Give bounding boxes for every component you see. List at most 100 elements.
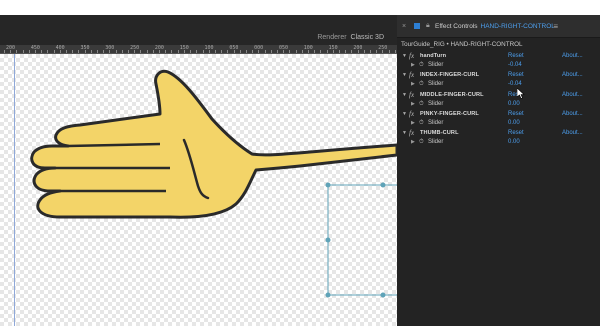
ruler-tick-mark (314, 50, 316, 53)
chevron-right-icon[interactable]: ▶ (411, 100, 415, 109)
chevron-down-icon[interactable]: ▼ (402, 52, 407, 61)
horizontal-ruler: 200 450 400 350 300 250 200 150 100 050 000 050 100 1… (0, 45, 397, 54)
reset-link[interactable]: Reset (508, 52, 524, 61)
effect-name[interactable]: INDEX-FINGER-CURL (420, 71, 479, 80)
effect-row[interactable]: ▼ fx PINKY-FINGER-CURL Reset About... (397, 110, 600, 119)
about-link[interactable]: About... (562, 91, 583, 100)
ruler-tick-mark (190, 50, 192, 53)
ruler-tick-mark (239, 50, 241, 53)
chevron-right-icon[interactable]: ▶ (411, 80, 415, 89)
ruler-tick-mark (382, 50, 384, 53)
hand-artwork[interactable] (0, 54, 397, 326)
ruler-tick-mark (66, 50, 68, 53)
effect-name[interactable]: handTurn (420, 52, 446, 61)
fx-icon[interactable]: fx (409, 52, 414, 61)
stopwatch-icon[interactable]: ⏱︎ (419, 100, 424, 109)
ruler-tick-mark (84, 50, 86, 53)
stopwatch-icon[interactable]: ⏱︎ (419, 138, 424, 147)
ruler-tick-mark (78, 50, 80, 53)
ruler-tick-mark (165, 50, 167, 53)
composition-viewer[interactable]: Renderer Classic 3D 200 450 400 350 300 250 200… (0, 15, 397, 326)
panel-tab[interactable]: × 🔒︎ Effect Controls HAND-RIGHT-CONTROL ≡ (397, 15, 600, 38)
param-name: Slider (428, 62, 444, 68)
stopwatch-icon[interactable]: ⏱︎ (419, 119, 424, 128)
fx-icon[interactable]: fx (409, 110, 414, 119)
ruler-tick-mark (320, 50, 322, 53)
chevron-down-icon[interactable]: ▼ (402, 91, 407, 100)
about-link[interactable]: About... (562, 52, 583, 61)
chevron-right-icon[interactable]: ▶ (411, 138, 415, 147)
chevron-right-icon[interactable]: ▶ (411, 119, 415, 128)
ruler-tick-mark (128, 50, 130, 53)
reset-link[interactable]: Reset (508, 71, 524, 80)
slider-param-row[interactable]: ▶ ⏱︎ Slider -0.04 (397, 80, 600, 89)
ruler-tick-mark (301, 50, 303, 53)
slider-param-row[interactable]: ▶ ⏱︎ Slider 0.00 (397, 100, 600, 109)
slider-value[interactable]: 0.00 (508, 100, 520, 109)
stopwatch-icon[interactable]: ⏱︎ (419, 80, 424, 89)
about-link[interactable]: About... (562, 129, 583, 138)
chevron-down-icon[interactable]: ▼ (402, 71, 407, 80)
slider-param-row[interactable]: ▶ ⏱︎ Slider -0.04 (397, 61, 600, 70)
effect-name[interactable]: MIDDLE-FINGER-CURL (420, 91, 484, 100)
ruler-tick-mark (103, 50, 105, 53)
renderer-label-text: Renderer (317, 34, 347, 41)
slider-param-row[interactable]: ▶ ⏱︎ Slider 0.00 (397, 138, 600, 147)
ruler-tick-mark (4, 50, 5, 53)
control-bounding-box (327, 184, 397, 296)
effect-name[interactable]: PINKY-FINGER-CURL (420, 110, 479, 119)
about-link[interactable]: About... (562, 71, 583, 80)
lock-icon[interactable]: 🔒︎ (426, 22, 430, 30)
ruler-tick-mark (152, 50, 154, 53)
effect-row[interactable]: ▼ fx MIDDLE-FINGER-CURL Res About... (397, 91, 600, 100)
chevron-down-icon[interactable]: ▼ (402, 110, 407, 119)
ruler-tick-mark (264, 50, 266, 53)
panel-title[interactable]: Effect Controls HAND-RIGHT-CONTROL (435, 23, 555, 30)
close-icon[interactable]: × (402, 23, 406, 30)
ruler-tick-mark (258, 50, 260, 53)
param-name: Slider (428, 81, 444, 88)
breadcrumb: TourGuide_RIG • HAND-RIGHT-CONTROL (401, 41, 523, 48)
slider-value[interactable]: 0.00 (508, 119, 520, 128)
effect-row[interactable]: ▼ fx handTurn Reset About... (397, 52, 600, 61)
ruler-tick-mark (202, 50, 204, 53)
hamburger-menu-icon[interactable]: ≡ (553, 22, 558, 31)
ruler-tick-mark (221, 50, 223, 53)
ruler-tick-mark (140, 50, 142, 53)
slider-param-row[interactable]: ▶ ⏱︎ Slider 0.00 (397, 119, 600, 128)
effect-name[interactable]: THUMB-CURL (420, 129, 459, 138)
effect-row[interactable]: ▼ fx THUMB-CURL Reset About... (397, 129, 600, 138)
composition-canvas[interactable] (0, 54, 397, 326)
hand-shape (30, 69, 397, 219)
fx-icon[interactable]: fx (409, 129, 414, 138)
ruler-tick-mark (16, 50, 18, 53)
fx-icon[interactable]: fx (409, 71, 414, 80)
chevron-down-icon[interactable]: ▼ (402, 129, 407, 138)
renderer-value[interactable]: Classic 3D (351, 34, 384, 41)
ruler-tick-mark (345, 50, 347, 53)
mouse-cursor-icon (517, 88, 525, 99)
about-link[interactable]: About... (562, 110, 583, 119)
stopwatch-icon[interactable]: ⏱︎ (419, 61, 424, 70)
fx-icon[interactable]: fx (409, 91, 414, 100)
ruler-tick-mark (351, 50, 353, 53)
ruler-tick-mark (121, 50, 123, 53)
ruler-tick-mark (134, 50, 136, 53)
layer-name[interactable]: HAND-RIGHT-CONTROL (481, 23, 555, 30)
ruler-tick-mark (97, 50, 99, 53)
slider-value[interactable]: -0.04 (508, 61, 522, 70)
renderer-label[interactable]: Renderer Classic 3D (317, 34, 384, 41)
reset-link[interactable]: Reset (508, 129, 524, 138)
chevron-right-icon[interactable]: ▶ (411, 61, 415, 70)
ruler-tick-mark (53, 50, 55, 53)
ruler-tick-mark (227, 50, 229, 53)
slider-value[interactable]: 0.00 (508, 138, 520, 147)
top-margin (0, 0, 600, 15)
ruler-tick-mark (270, 50, 272, 53)
effect-row[interactable]: ▼ fx INDEX-FINGER-CURL Reset About... (397, 71, 600, 80)
ruler-tick-mark (159, 50, 161, 53)
ruler-tick-mark (146, 50, 148, 53)
ruler-tick-mark (10, 50, 12, 53)
reset-link[interactable]: Reset (508, 110, 524, 119)
ruler-tick-mark (41, 50, 43, 53)
